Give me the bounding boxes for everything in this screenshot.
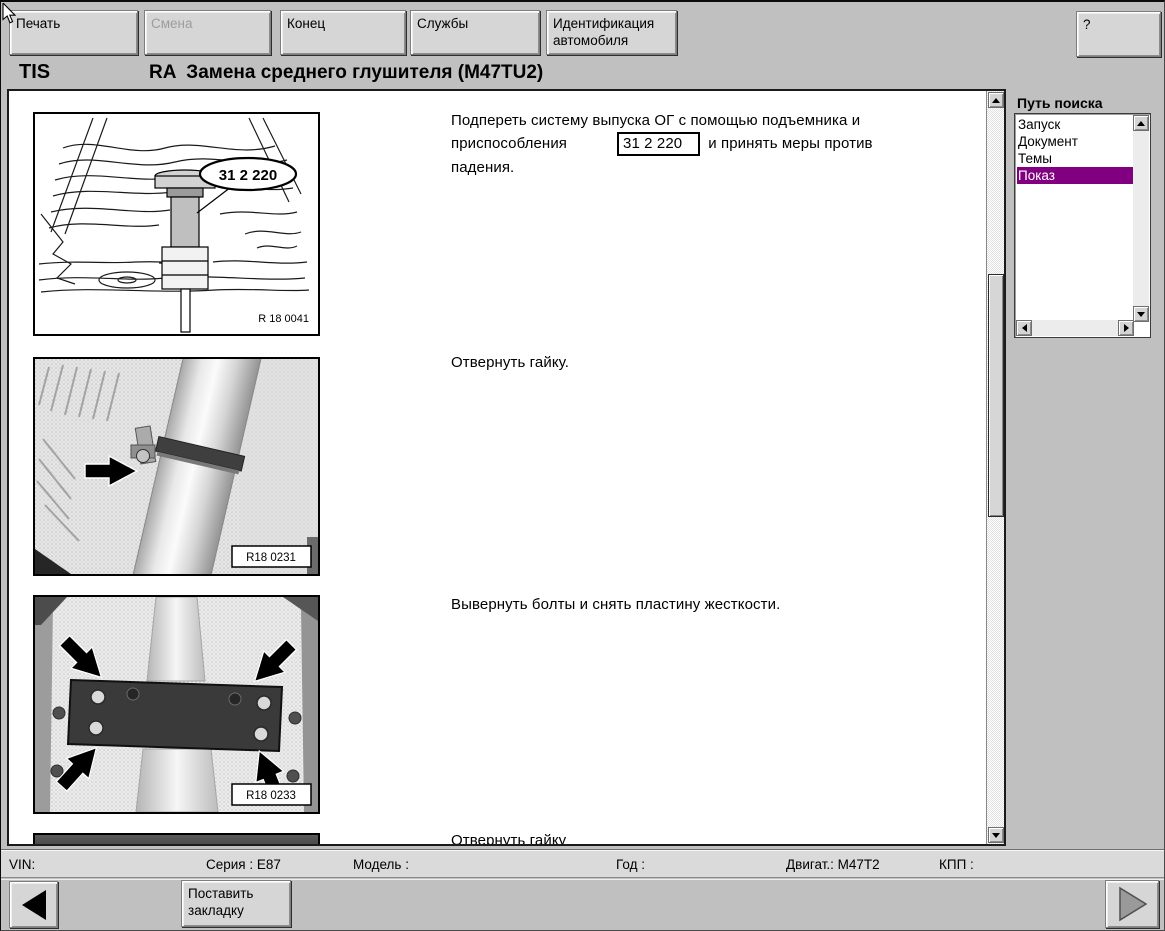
set-bookmark-button[interactable]: Поставить закладку [181,880,291,927]
list-item-dokument[interactable]: Документ [1017,133,1133,150]
figure-caption: R 18 0041 [258,313,309,325]
search-path-items: Запуск Документ Темы Показ [1017,116,1133,184]
figure-caption: R18 0233 [246,790,296,802]
listbox-scroll-up-button[interactable] [1133,115,1149,131]
up-arrow-icon [1137,121,1145,126]
engine-label: Двигат.: M47T2 [786,857,880,872]
step4-instruction-clipped: Отвернуть гайку [451,829,931,846]
vehicle-identification-button-label: Идентификация автомобиля [553,15,670,49]
tool-callout-label: 31 2 220 [219,167,277,184]
figure-step3: R18 0233 [33,595,320,814]
figure-step2: R18 0231 [33,357,320,576]
step1-line2-before: приспособления [451,135,567,152]
back-button[interactable] [9,881,58,928]
services-button[interactable]: Службы [410,10,540,55]
change-button-label: Смена [151,15,193,32]
back-arrow-icon [19,888,49,922]
list-item-zapusk[interactable]: Запуск [1017,116,1133,133]
tool-reference-link[interactable]: 31 2 220 [617,132,700,156]
app-name: TIS [19,61,50,84]
search-path-title: Путь поиска [1017,95,1103,111]
listbox-scroll-right-button[interactable] [1118,320,1134,336]
listbox-scroll-left-button[interactable] [1016,320,1032,336]
document-content: 31 2 220 R 18 0041 Подпереть систему вып… [7,89,1006,846]
transmission-label: КПП : [939,857,974,872]
help-button[interactable]: ? [1076,11,1161,57]
down-arrow-icon [1137,312,1145,317]
scrollbar-thumb[interactable] [988,274,1004,517]
left-arrow-icon [1022,324,1027,332]
page-title: RA Замена среднего глушителя (M47TU2) [149,62,543,84]
print-button-label: Печать [16,15,60,32]
up-arrow-icon [992,98,1000,103]
list-item-pokaz[interactable]: Показ [1017,167,1133,184]
listbox-vertical-scrollbar[interactable] [1133,115,1149,322]
step1-instruction: Подпереть систему выпуска ОГ с помощью п… [451,109,931,179]
list-item-temy[interactable]: Темы [1017,150,1133,167]
vehicle-status-bar: VIN: Серия : E87 Модель : Год : Двигат.:… [1,849,1165,878]
year-label: Год : [616,857,645,872]
series-label: Серия : E87 [206,857,281,872]
set-bookmark-button-label: Поставить закладку [188,885,284,919]
vin-label: VIN: [9,857,35,872]
end-button-label: Конец [287,15,325,32]
forward-arrow-icon [1115,885,1149,923]
listbox-horizontal-scrollbar[interactable] [1016,320,1134,336]
print-button[interactable]: Печать [9,10,138,55]
down-arrow-icon [992,833,1000,838]
model-label: Модель : [353,857,409,872]
figure-step1: 31 2 220 R 18 0041 [33,112,320,336]
search-path-listbox: Запуск Документ Темы Показ [1014,113,1151,338]
step2-instruction: Отвернуть гайку. [451,351,931,374]
step1-line2: приспособления31 2 220и принять меры про… [451,132,931,179]
figure-caption: R18 0231 [246,552,296,564]
step1-line1: Подпереть систему выпуска ОГ с помощью п… [451,109,931,132]
content-scrollbar[interactable] [986,91,1004,844]
figure-step4-clipped [33,833,320,846]
forward-button[interactable] [1105,880,1159,928]
listbox-scroll-down-button[interactable] [1133,306,1149,322]
scroll-down-button[interactable] [988,827,1004,843]
right-arrow-icon [1124,324,1129,332]
help-button-label: ? [1083,16,1091,33]
step3-instruction: Вывернуть болты и снять пластину жесткос… [451,593,931,616]
end-button[interactable]: Конец [280,10,406,55]
footer-bar: Поставить закладку [1,879,1165,931]
mouse-cursor [2,3,18,25]
vehicle-identification-button[interactable]: Идентификация автомобиля [546,10,677,55]
services-button-label: Службы [417,15,468,32]
change-button[interactable]: Смена [144,10,271,55]
tis-window: Печать Смена Конец Службы Идентификация … [0,0,1165,931]
scroll-up-button[interactable] [988,92,1004,108]
